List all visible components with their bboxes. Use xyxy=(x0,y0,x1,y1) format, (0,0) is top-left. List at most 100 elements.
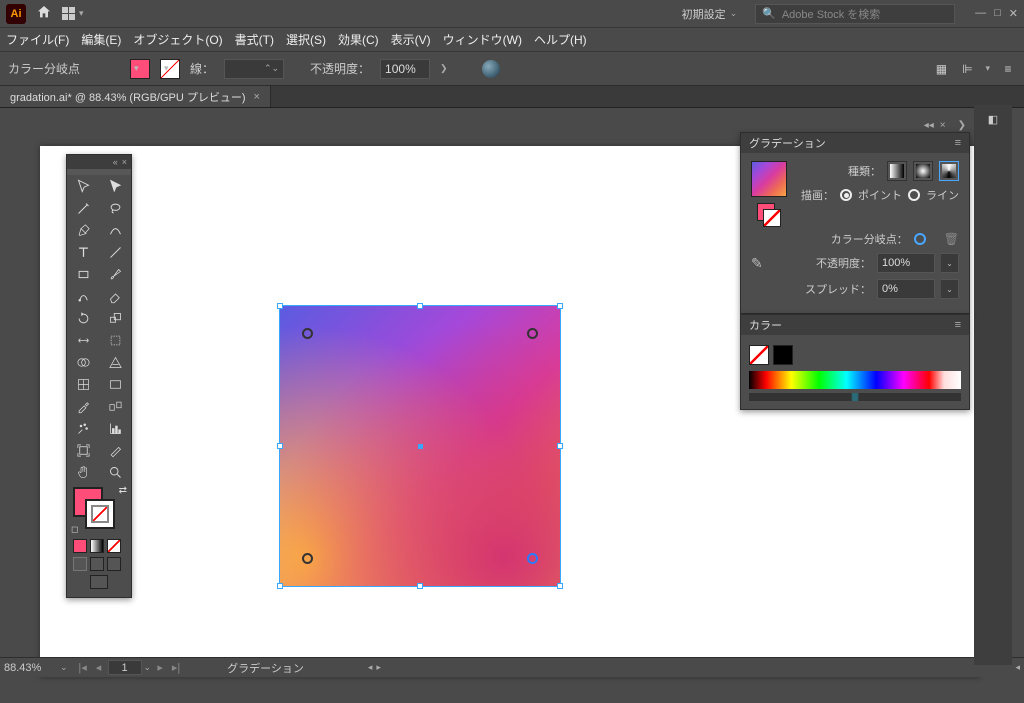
draw-behind-button[interactable] xyxy=(90,557,104,571)
delete-stop-button[interactable]: 🗑 xyxy=(944,232,959,246)
align-dropdown[interactable]: ▾ xyxy=(985,63,990,74)
linear-gradient-button[interactable] xyxy=(887,161,907,181)
selection-handle[interactable] xyxy=(417,583,423,589)
stroke-swatch-dropdown[interactable] xyxy=(160,59,180,79)
color-none-swatch[interactable] xyxy=(749,345,769,365)
draw-point-radio[interactable] xyxy=(840,189,852,201)
center-point[interactable] xyxy=(418,444,423,449)
selection-handle[interactable] xyxy=(417,303,423,309)
draw-line-radio[interactable] xyxy=(908,189,920,201)
gradient-tool[interactable] xyxy=(99,373,131,395)
shaper-tool[interactable] xyxy=(67,285,99,307)
gradient-rectangle[interactable] xyxy=(280,306,560,586)
selection-handle[interactable] xyxy=(557,303,563,309)
close-tab-button[interactable]: × xyxy=(254,91,260,103)
list-icon[interactable]: ≡ xyxy=(1000,61,1016,77)
rectangle-tool[interactable] xyxy=(67,263,99,285)
selection-tool[interactable] xyxy=(67,175,99,197)
menu-select[interactable]: 選択(S) xyxy=(286,31,326,48)
stock-search-input[interactable]: 🔍 Adobe Stock を検索 xyxy=(755,4,955,24)
zoom-tool[interactable] xyxy=(99,461,131,483)
default-fill-stroke-icon[interactable]: ◻ xyxy=(71,524,78,535)
close-icon[interactable]: × xyxy=(122,157,127,167)
scale-tool[interactable] xyxy=(99,307,131,329)
free-transform-tool[interactable] xyxy=(99,329,131,351)
panel-resize-grip[interactable] xyxy=(749,393,961,401)
collapse-panels-icon[interactable]: ◂◂ xyxy=(924,120,934,132)
close-panels-icon[interactable]: × xyxy=(940,120,946,132)
next-page-button[interactable]: ▸ xyxy=(153,661,167,674)
expand-icon[interactable]: ❯ xyxy=(958,120,966,132)
shape-builder-tool[interactable] xyxy=(67,351,99,373)
panel-menu-icon[interactable]: ≡ xyxy=(955,319,961,331)
maximize-button[interactable]: □ xyxy=(994,7,1001,20)
screen-mode-button[interactable] xyxy=(90,575,108,589)
gradient-opacity-field[interactable]: 100% xyxy=(877,253,935,273)
grid-icon[interactable]: ▦ xyxy=(933,61,949,77)
menu-object[interactable]: オブジェクト(O) xyxy=(133,31,222,48)
selection-handle[interactable] xyxy=(277,303,283,309)
swap-fill-stroke-icon[interactable]: ⇄ xyxy=(119,485,127,496)
edit-gradient-icon[interactable]: ✎ xyxy=(751,255,763,272)
line-tool[interactable] xyxy=(99,241,131,263)
prev-page-button[interactable]: ◂ xyxy=(92,661,106,674)
stroke-weight-field[interactable]: ⌃⌄ xyxy=(224,59,284,79)
gradient-spread-field[interactable]: 0% xyxy=(877,279,935,299)
paintbrush-tool[interactable] xyxy=(99,263,131,285)
gradient-stroke-swatch[interactable] xyxy=(763,209,781,227)
freeform-gradient-button[interactable] xyxy=(939,161,959,181)
magic-wand-tool[interactable] xyxy=(67,197,99,219)
menu-effect[interactable]: 効果(C) xyxy=(338,31,379,48)
status-nav-prev[interactable]: ◂ xyxy=(368,662,373,673)
none-mode-button[interactable] xyxy=(107,539,121,553)
eyedropper-tool[interactable] xyxy=(67,395,99,417)
perspective-tool[interactable] xyxy=(99,351,131,373)
pen-tool[interactable] xyxy=(67,219,99,241)
menu-edit[interactable]: 編集(E) xyxy=(81,31,121,48)
workspace-preset-dropdown[interactable]: 初期設定 ⌄ xyxy=(682,6,738,22)
rotate-tool[interactable] xyxy=(67,307,99,329)
menu-file[interactable]: ファイル(F) xyxy=(6,31,69,48)
color-black-swatch[interactable] xyxy=(773,345,793,365)
color-mode-button[interactable] xyxy=(73,539,87,553)
colorstop-icon[interactable] xyxy=(914,233,926,245)
document-tab[interactable]: gradation.ai* @ 88.43% (RGB/GPU プレビュー) × xyxy=(0,86,271,107)
eraser-tool[interactable] xyxy=(99,285,131,307)
selection-handle[interactable] xyxy=(557,583,563,589)
curvature-tool[interactable] xyxy=(99,219,131,241)
menu-type[interactable]: 書式(T) xyxy=(235,31,274,48)
collapse-icon[interactable]: « xyxy=(113,157,118,167)
gradient-spread-dropdown[interactable]: ⌄ xyxy=(941,279,959,299)
first-page-button[interactable]: |◂ xyxy=(76,661,90,674)
menu-view[interactable]: 表示(V) xyxy=(391,31,431,48)
menu-window[interactable]: ウィンドウ(W) xyxy=(443,31,522,48)
minimize-button[interactable]: — xyxy=(975,7,986,20)
draw-normal-button[interactable] xyxy=(73,557,87,571)
gradient-preview-swatch[interactable] xyxy=(751,161,787,197)
dock-icon[interactable]: ◧ xyxy=(974,105,1012,133)
panel-menu-icon[interactable]: ≡ xyxy=(955,137,961,149)
width-tool[interactable] xyxy=(67,329,99,351)
gradient-mode-button[interactable] xyxy=(90,539,104,553)
gradient-point[interactable] xyxy=(527,328,538,339)
selection-handle[interactable] xyxy=(277,443,283,449)
lasso-tool[interactable] xyxy=(99,197,131,219)
fill-stroke-indicator[interactable]: ⇄ ◻ xyxy=(67,483,131,537)
fill-swatch-dropdown[interactable] xyxy=(130,59,150,79)
gradient-point-selected[interactable] xyxy=(527,553,538,564)
selection-handle[interactable] xyxy=(557,443,563,449)
mesh-tool[interactable] xyxy=(67,373,99,395)
graph-tool[interactable] xyxy=(99,417,131,439)
draw-inside-button[interactable] xyxy=(107,557,121,571)
stroke-swatch[interactable] xyxy=(85,499,115,529)
globe-icon[interactable] xyxy=(482,60,500,78)
opacity-field[interactable]: 100% xyxy=(380,59,430,79)
gradient-point[interactable] xyxy=(302,328,313,339)
arrange-documents-dropdown[interactable]: ▾ xyxy=(62,7,84,20)
direct-selection-tool[interactable] xyxy=(99,175,131,197)
page-dropdown[interactable]: ⌄ xyxy=(144,662,152,673)
opacity-dropdown[interactable]: ❯ xyxy=(440,63,448,74)
page-number-field[interactable]: 1 xyxy=(108,660,142,675)
status-expand[interactable]: ◂ xyxy=(1015,662,1020,673)
symbol-sprayer-tool[interactable] xyxy=(67,417,99,439)
